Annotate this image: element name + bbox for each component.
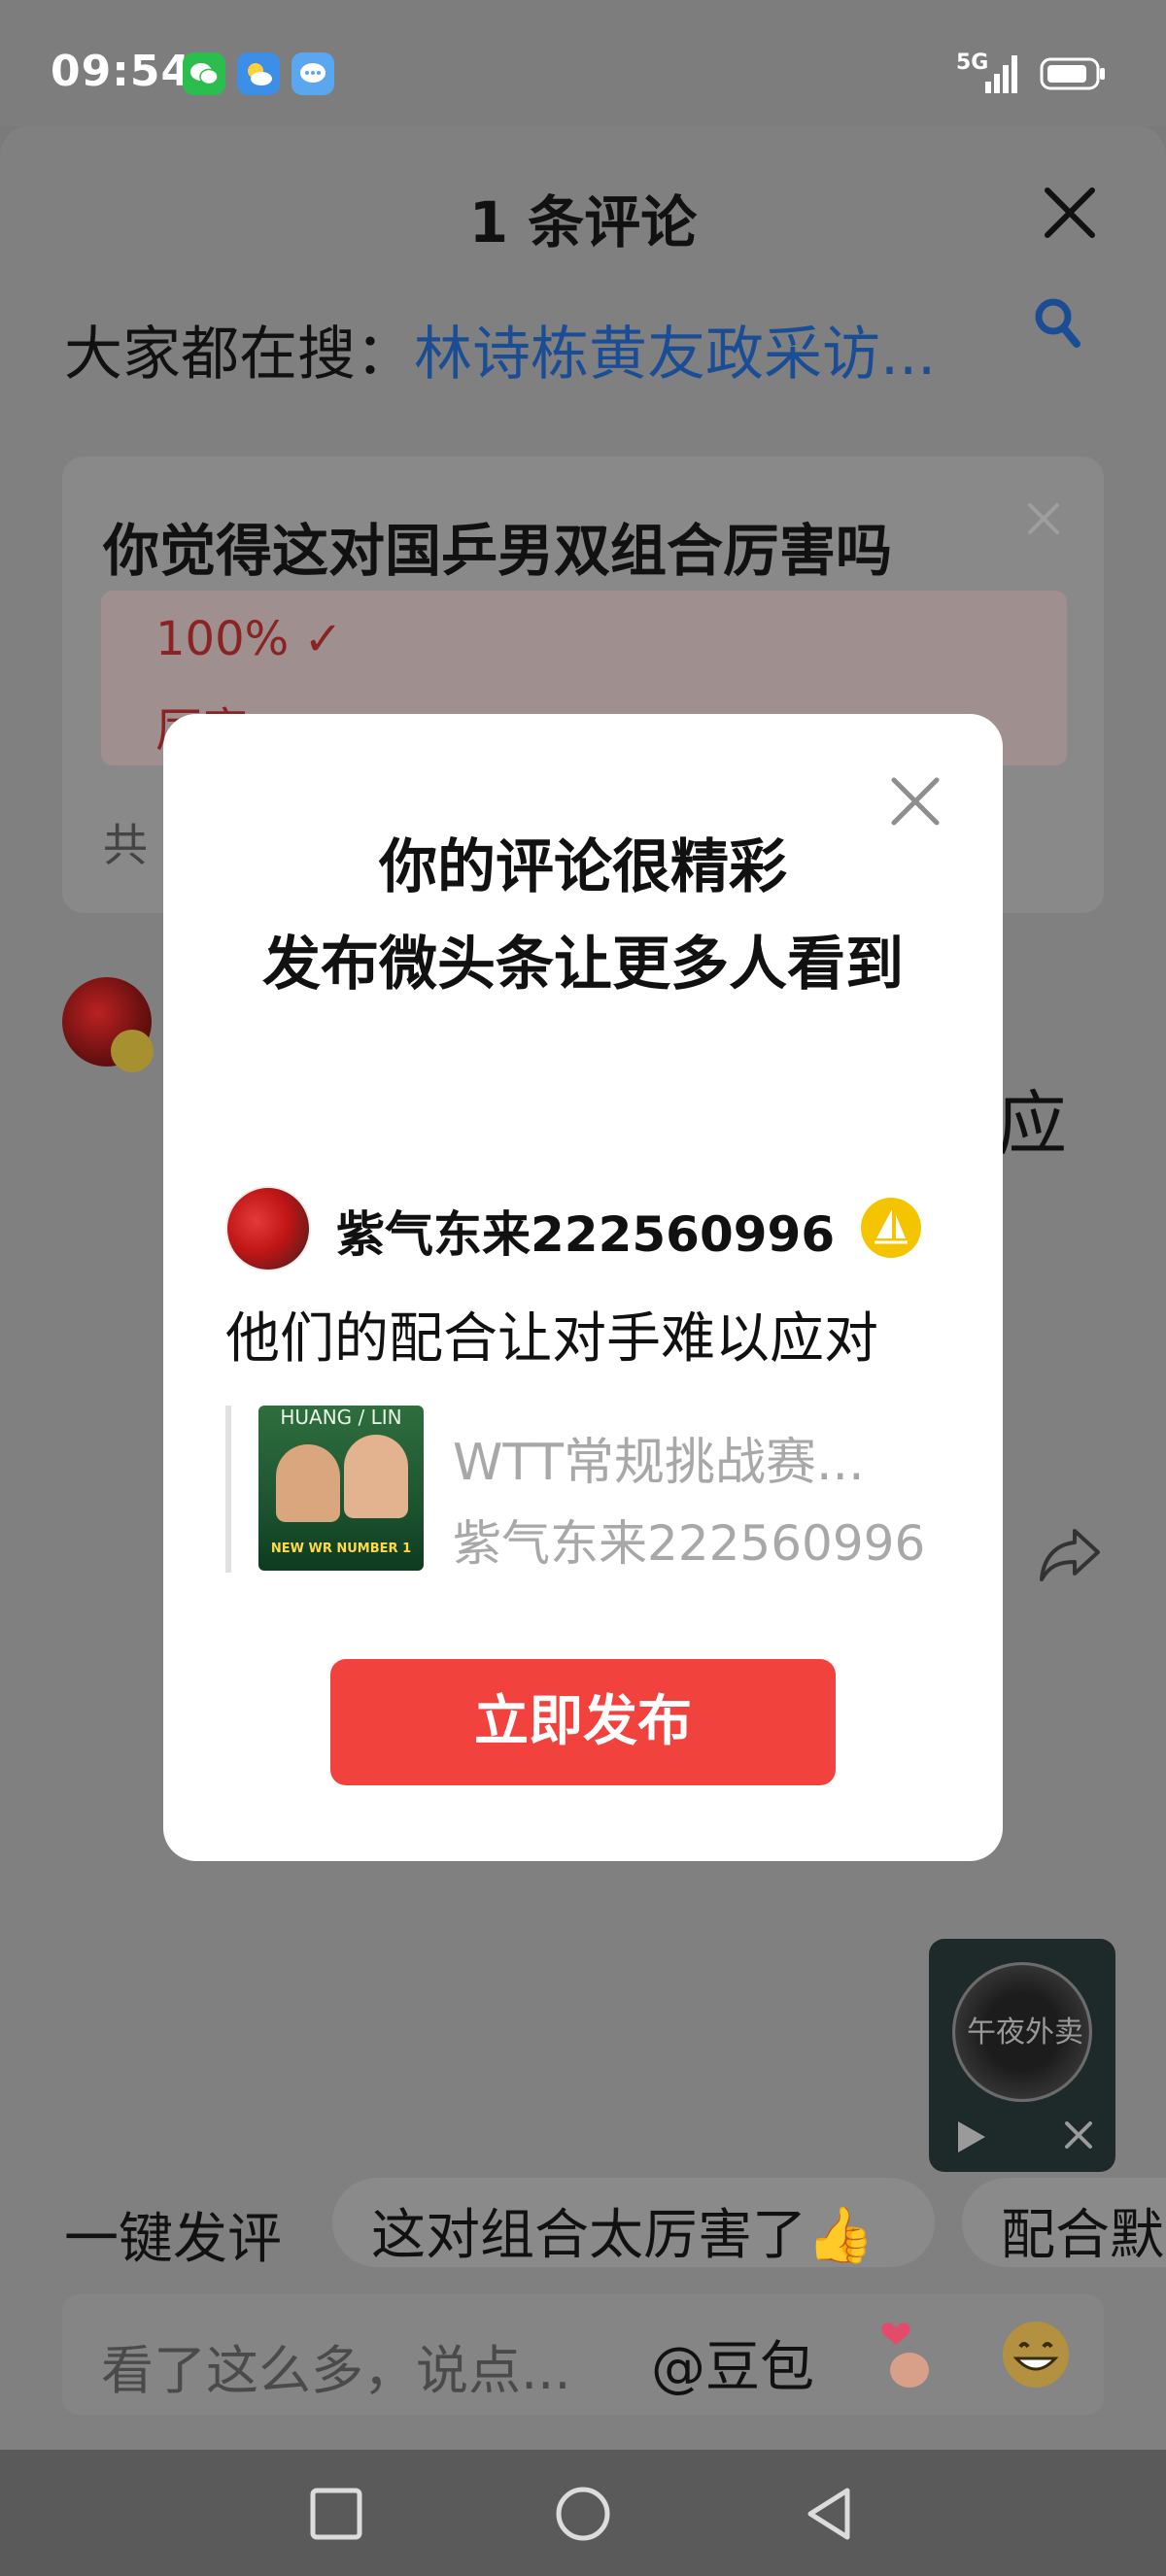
- article-thumbnail: HUANG / LIN NEW WR NUMBER 1: [258, 1406, 424, 1571]
- sail-badge-icon: [861, 1198, 921, 1258]
- thumbnail-player-left: [276, 1444, 340, 1522]
- finger-heart-icon[interactable]: [867, 2316, 944, 2393]
- message-icon: [292, 52, 334, 95]
- back-icon[interactable]: [799, 2483, 861, 2545]
- status-bar: 09:54 5G: [0, 0, 1166, 126]
- mention-doubao-button[interactable]: @豆包: [651, 2323, 814, 2402]
- signal-icon: [985, 55, 1017, 93]
- quick-comment-chip[interactable]: 这对组合太厉害了👍: [332, 2178, 935, 2267]
- verified-badge-icon: [111, 1030, 154, 1072]
- dialog-user: 紫气东来222560996: [225, 1186, 944, 1271]
- dialog-title-line1: 你的评论很精彩: [379, 833, 787, 901]
- poll-question: 你觉得这对国乒男双组合厉害吗: [103, 518, 893, 584]
- player-close-icon[interactable]: [1061, 2118, 1096, 2152]
- battery-icon: [1040, 57, 1105, 90]
- dialog-title: 你的评论很精彩 发布微头条让更多人看到: [222, 819, 944, 1013]
- dialog-title-line2: 发布微头条让更多人看到: [262, 931, 904, 999]
- disc-cover[interactable]: 午夜外卖: [952, 1962, 1092, 2102]
- poll-close-icon[interactable]: [1024, 499, 1063, 538]
- publish-button[interactable]: 立即发布: [330, 1659, 836, 1785]
- quoted-article: HUANG / LIN NEW WR NUMBER 1 WTT常规挑战赛... …: [225, 1406, 944, 1573]
- quoted-article-author: 紫气东来222560996: [453, 1515, 926, 1572]
- quick-comment-row: 一键发评 这对组合太厉害了👍 配合默: [0, 2178, 1166, 2275]
- username: 紫气东来222560996: [336, 1206, 836, 1263]
- thumbnail-player-right: [344, 1435, 408, 1518]
- sheet-title: 1 条评论: [468, 189, 698, 255]
- search-prefix: 大家都在搜：: [64, 321, 414, 389]
- comment-input[interactable]: 看了这么多，说点... @豆包: [62, 2294, 1104, 2415]
- thumbnail-caption-bottom: NEW WR NUMBER 1: [270, 1542, 412, 1556]
- grin-emoji-icon[interactable]: [997, 2316, 1075, 2393]
- publish-dialog: 你的评论很精彩 发布微头条让更多人看到 紫气东来222560996 他们的配合让…: [163, 714, 1003, 1861]
- quoted-article-title: WTT常规挑战赛...: [453, 1434, 865, 1492]
- avatar: [225, 1186, 311, 1271]
- disc-title: 午夜外卖: [967, 2016, 1083, 2050]
- quick-comment-chip[interactable]: 配合默: [962, 2178, 1166, 2267]
- home-icon[interactable]: [552, 2483, 614, 2545]
- share-icon[interactable]: [1038, 1525, 1102, 1583]
- comment-text: 他们的配合让对手难以应对: [225, 1307, 878, 1371]
- search-term[interactable]: 林诗栋黄友政采访...: [414, 321, 936, 389]
- quote-bar: [225, 1406, 231, 1573]
- navigation-bar: [0, 2450, 1166, 2576]
- play-icon[interactable]: [950, 2118, 989, 2156]
- quick-comment-label: 一键发评: [64, 2208, 282, 2271]
- thumbnail-caption-top: HUANG / LIN: [280, 1406, 402, 1429]
- search-icon[interactable]: [1032, 295, 1082, 354]
- status-time: 09:54: [51, 47, 192, 96]
- trending-search[interactable]: 大家都在搜：林诗栋黄友政采访...: [64, 307, 936, 391]
- recents-icon[interactable]: [305, 2483, 367, 2545]
- mini-player[interactable]: 午夜外卖: [929, 1939, 1115, 2172]
- comment-input-placeholder: 看了这么多，说点...: [101, 2340, 571, 2401]
- close-icon[interactable]: [1042, 185, 1098, 241]
- poll-option-percent: 100% ✓: [155, 612, 343, 666]
- weather-icon: [237, 52, 280, 95]
- poll-total: 共: [103, 819, 148, 871]
- comment-text-partial: 应: [997, 1083, 1068, 1165]
- wechat-icon: [183, 52, 225, 95]
